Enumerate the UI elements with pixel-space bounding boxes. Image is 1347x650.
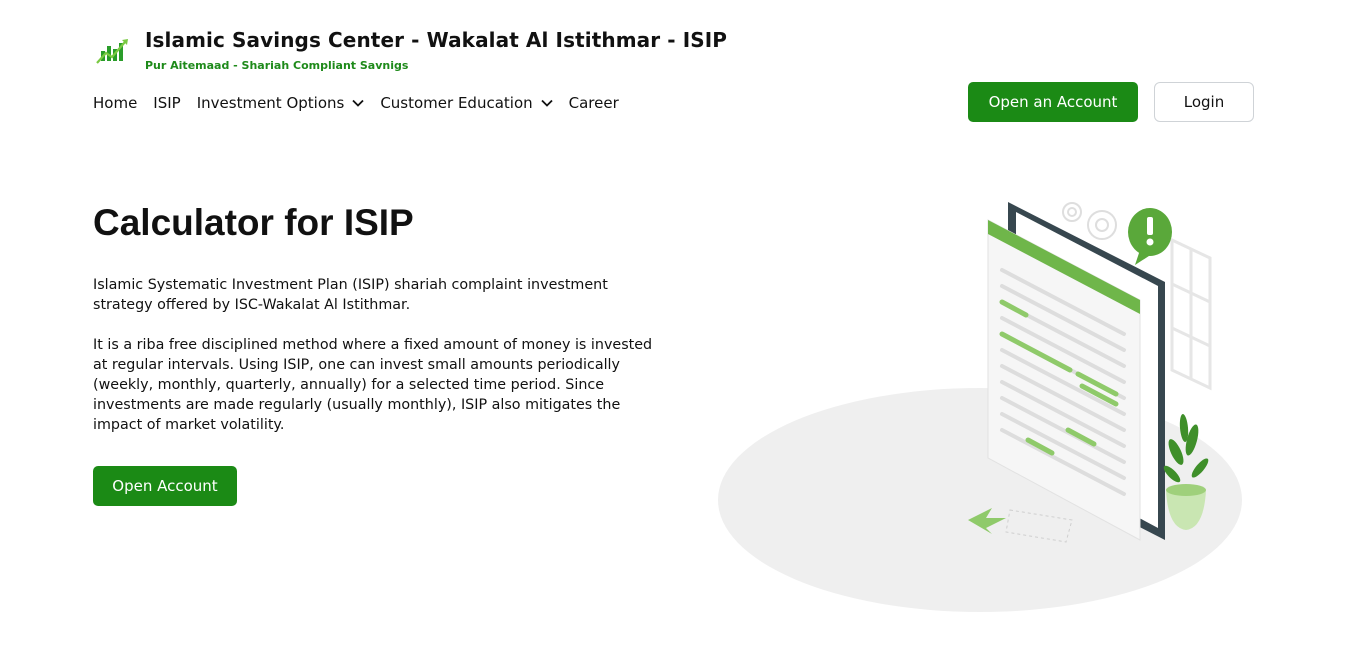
site-tagline: Pur Aitemaad - Shariah Compliant Savnigs xyxy=(145,59,409,72)
nav-item-investment-options[interactable]: Investment Options xyxy=(197,94,365,112)
chevron-down-icon xyxy=(541,99,553,107)
nav-item-home[interactable]: Home xyxy=(93,94,137,112)
gear-icon xyxy=(1062,202,1117,240)
open-an-account-button[interactable]: Open an Account xyxy=(968,82,1138,122)
nav-item-career[interactable]: Career xyxy=(569,94,619,112)
hero-paragraph-2: It is a riba free disciplined method whe… xyxy=(93,337,653,433)
site-title: Islamic Savings Center - Wakalat Al Isti… xyxy=(145,28,728,52)
main-nav: Home ISIP Investment Options Customer Ed… xyxy=(93,92,635,114)
growth-chart-icon xyxy=(96,39,128,64)
nav-item-label: Career xyxy=(568,94,619,112)
page-title: Calculator for ISIP xyxy=(93,202,414,243)
nav-item-customer-education[interactable]: Customer Education xyxy=(380,94,553,112)
hero-paragraph-1: Islamic Systematic Investment Plan (ISIP… xyxy=(93,277,608,313)
open-account-button[interactable]: Open Account xyxy=(93,466,237,506)
page: Islamic Savings Center - Wakalat Al Isti… xyxy=(0,0,1347,650)
nav-item-label: ISIP xyxy=(153,94,181,112)
brand-header[interactable]: Islamic Savings Center - Wakalat Al Isti… xyxy=(93,28,727,72)
nav-item-label: Investment Options xyxy=(196,94,345,112)
window-frame-icon xyxy=(1170,237,1212,391)
chevron-down-icon xyxy=(352,99,364,107)
tablet-document-illustration xyxy=(718,202,1242,612)
login-button[interactable]: Login xyxy=(1154,82,1254,122)
alert-bubble-icon xyxy=(1128,208,1172,265)
nav-item-label: Home xyxy=(93,94,138,112)
nav-item-label: Customer Education xyxy=(380,94,533,112)
nav-item-isip[interactable]: ISIP xyxy=(153,94,180,112)
